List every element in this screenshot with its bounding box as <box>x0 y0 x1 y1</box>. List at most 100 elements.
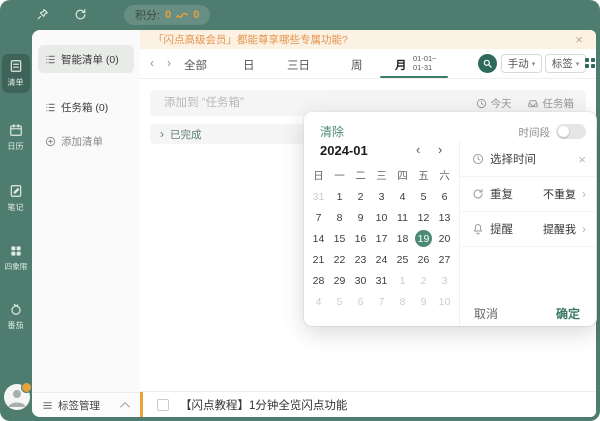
tag-filter-button[interactable]: 标签 ▾ <box>545 54 586 73</box>
target-list-button[interactable]: 任务箱 <box>527 96 575 111</box>
rail-item-pomodoro[interactable]: 番茄 <box>2 297 30 336</box>
chevron-right-icon[interactable]: › <box>167 56 171 70</box>
trend-icon <box>176 11 188 20</box>
add-list-button[interactable]: 添加清单 <box>38 127 134 155</box>
due-today-button[interactable]: 今天 <box>476 96 512 111</box>
calendar-day[interactable]: 16 <box>352 230 369 247</box>
calendar-day[interactable]: 3 <box>373 188 390 205</box>
confirm-button[interactable]: 确定 <box>556 305 580 322</box>
calendar-day[interactable]: 21 <box>310 251 327 268</box>
calendar-day[interactable]: 10 <box>436 293 453 310</box>
next-month-button[interactable]: › <box>438 142 442 157</box>
list-item-task-box[interactable]: 任务箱 (0) <box>38 93 134 121</box>
calendar-day[interactable]: 30 <box>352 272 369 289</box>
clear-button[interactable]: 清除 <box>320 123 344 140</box>
remind-row[interactable]: 提醒 提醒我 › <box>460 212 596 247</box>
calendar-day[interactable]: 29 <box>331 272 348 289</box>
calendar-day[interactable]: 31 <box>310 188 327 205</box>
pin-icon[interactable] <box>36 8 49 21</box>
prev-month-button[interactable]: ‹ <box>416 142 420 157</box>
calendar-day[interactable]: 7 <box>373 293 390 310</box>
calendar-day[interactable]: 9 <box>352 209 369 226</box>
calendar-day[interactable]: 2 <box>352 188 369 205</box>
cancel-button[interactable]: 取消 <box>474 305 498 322</box>
calendar-day[interactable]: 5 <box>415 188 432 205</box>
calendar-day[interactable]: 28 <box>310 272 327 289</box>
chevron-up-icon <box>120 401 130 411</box>
select-time-row[interactable]: 选择时间 × <box>460 142 596 177</box>
rail-item-lists[interactable]: 清单 <box>2 54 30 93</box>
calendar-day[interactable]: 17 <box>373 230 390 247</box>
rail-item-quadrants[interactable]: 四象限 <box>2 239 30 277</box>
weekday-label: 三 <box>376 168 387 183</box>
tab-all[interactable]: 全部 <box>184 57 207 73</box>
calendar-day[interactable]: 20 <box>436 230 453 247</box>
trend-value: 0 <box>193 9 199 21</box>
points-badge[interactable]: 积分: 0 0 <box>124 5 210 25</box>
calendar-day[interactable]: 22 <box>331 251 348 268</box>
calendar-day[interactable]: 10 <box>373 209 390 226</box>
calendar-day[interactable]: 8 <box>394 293 411 310</box>
calendar-day[interactable]: 12 <box>415 209 432 226</box>
search-button[interactable] <box>478 54 497 73</box>
points-value: 0 <box>165 9 171 21</box>
tab-three-day[interactable]: 三日 <box>287 57 310 73</box>
chevron-left-icon[interactable]: ‹ <box>150 56 154 70</box>
task-checkbox[interactable] <box>157 399 169 411</box>
tab-month-range[interactable]: 01-01~ 01-31 <box>413 55 437 72</box>
calendar-day[interactable]: 23 <box>352 251 369 268</box>
time-range-toggle[interactable] <box>556 124 586 139</box>
refresh-icon[interactable] <box>74 8 87 21</box>
calendar-day[interactable]: 9 <box>415 293 432 310</box>
calendar-day-selected[interactable]: 19 <box>415 230 432 247</box>
calendar-day[interactable]: 27 <box>436 251 453 268</box>
completed-section-toggle[interactable]: › 已完成 0 <box>150 124 327 144</box>
calendar-day[interactable]: 7 <box>310 209 327 226</box>
calendar-day[interactable]: 14 <box>310 230 327 247</box>
calendar-day[interactable]: 6 <box>436 188 453 205</box>
manual-sort-button[interactable]: 手动 ▾ <box>501 54 542 73</box>
calendar-weekday-row: 日一二三四五六 <box>308 168 455 183</box>
rail-item-notes[interactable]: 笔记 <box>2 179 30 218</box>
chevron-right-icon: › <box>582 223 586 235</box>
chevron-right-icon: › <box>582 188 586 200</box>
calendar-day[interactable]: 31 <box>373 272 390 289</box>
calendar-day[interactable]: 25 <box>394 251 411 268</box>
calendar-day[interactable]: 18 <box>394 230 411 247</box>
calendar-day[interactable]: 6 <box>352 293 369 310</box>
avatar[interactable] <box>4 384 30 410</box>
tab-month[interactable]: 月 <box>395 57 407 73</box>
calendar-day[interactable]: 24 <box>373 251 390 268</box>
task-title: 【闪点教程】1分钟全览闪点功能 <box>180 397 347 413</box>
calendar-day[interactable]: 15 <box>331 230 348 247</box>
calendar-day[interactable]: 26 <box>415 251 432 268</box>
new-task-input[interactable] <box>162 96 461 110</box>
tab-day[interactable]: 日 <box>243 57 255 73</box>
calendar-day[interactable]: 8 <box>331 209 348 226</box>
rail-item-label: 番茄 <box>8 319 24 330</box>
calendar-day[interactable]: 4 <box>310 293 327 310</box>
avatar-badge <box>21 382 32 393</box>
close-icon[interactable]: × <box>575 33 583 46</box>
calendar-day[interactable]: 4 <box>394 188 411 205</box>
weekday-label: 一 <box>334 168 345 183</box>
member-banner: 「闪点高级会员」都能尊享哪些专属功能? × <box>140 30 596 49</box>
close-icon[interactable]: × <box>578 153 586 166</box>
grid-view-icon[interactable] <box>585 58 595 68</box>
tag-manage-row[interactable]: 标签管理 <box>32 392 140 417</box>
toggle-knob <box>558 126 569 137</box>
tutorial-task-row[interactable]: 【闪点教程】1分钟全览闪点功能 <box>140 391 596 417</box>
calendar-day[interactable]: 1 <box>331 188 348 205</box>
rail-item-calendar[interactable]: 日历 <box>2 118 30 157</box>
calendar-day[interactable]: 1 <box>394 272 411 289</box>
calendar-day[interactable]: 5 <box>331 293 348 310</box>
tab-week[interactable]: 周 <box>351 57 363 73</box>
calendar-day[interactable]: 3 <box>436 272 453 289</box>
time-range-label: 时间段 <box>519 125 551 140</box>
list-item-smart-lists[interactable]: 智能清单 (0) <box>38 45 134 73</box>
weekday-label: 五 <box>418 168 429 183</box>
calendar-day[interactable]: 11 <box>394 209 411 226</box>
calendar-day[interactable]: 2 <box>415 272 432 289</box>
calendar-day[interactable]: 13 <box>436 209 453 226</box>
repeat-row[interactable]: 重复 不重复 › <box>460 177 596 212</box>
